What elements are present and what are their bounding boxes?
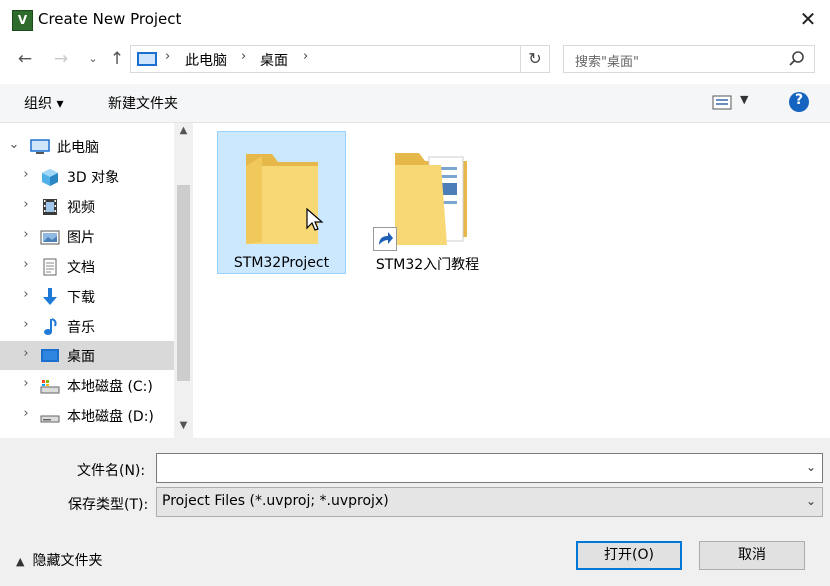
refresh-icon: ↻ [528,49,542,68]
help-button[interactable]: ? [789,92,809,112]
mouse-cursor-icon [306,208,324,231]
hide-folders-label: 隐藏文件夹 [32,553,103,569]
cancel-button[interactable]: 取消 [699,541,805,570]
open-button[interactable]: 打开(O) [576,541,682,570]
tree-item-drive-d[interactable]: › 本地磁盘 (D:) [0,401,174,430]
chevron-right-icon[interactable]: › [20,317,32,332]
chevron-down-icon: ⌄ [805,494,816,508]
refresh-button[interactable]: ↻ [520,46,549,72]
tree-item-label: 下载 [67,290,95,306]
folder-shortcut-item[interactable]: STM32入门教程 [363,131,492,274]
tree-item-label: 此电脑 [57,140,99,156]
search-placeholder: 搜索"桌面" [575,55,639,70]
tree-item-label: 本地磁盘 (C:) [67,379,153,395]
drive-c-icon [40,380,60,394]
filename-input[interactable]: ⌄ [156,453,823,483]
tree-item-label: 3D 对象 [67,170,120,186]
tree-item-label: 桌面 [67,349,95,365]
app-icon: V [12,10,33,31]
navigation-pane: ⌄ 此电脑 › 3D 对象 › 视频 › 图片 › 文档 › 下载 › 音乐 ›… [0,123,193,438]
tree-item-label: 视频 [67,200,95,216]
pictures-icon [40,230,60,245]
filename-label: 文件名(N): [77,463,146,479]
chevron-down-icon[interactable]: ⌄ [806,460,816,474]
folder-label: STM32Project [233,255,330,271]
tree-item-label: 图片 [67,230,95,246]
file-list: STM32Project STM32入门教程 [193,123,830,438]
up-button[interactable]: ↑ [104,45,130,73]
chevron-right-icon[interactable]: › [20,257,32,272]
command-toolbar: 组织 ▾ 新建文件夹 ▼ ? [0,84,830,123]
computer-icon [30,139,50,154]
download-icon [43,288,57,305]
breadcrumb-separator-icon: › [241,49,247,64]
tree-item-label: 本地磁盘 (D:) [67,409,154,425]
drive-d-icon [40,415,60,423]
chevron-up-icon: ▲ [16,555,25,568]
file-type-label: 保存类型(T): [68,497,149,513]
3d-objects-icon [42,169,58,186]
tree-item-label: 文档 [67,260,95,276]
breadcrumb-separator-icon: › [165,49,171,64]
tree-item-desktop[interactable]: › 桌面 [0,341,174,370]
scroll-up-icon[interactable]: ▲ [174,125,193,136]
search-input[interactable]: 搜索"桌面" [563,45,815,73]
breadcrumb-separator-icon: › [303,49,309,64]
chevron-down-icon[interactable]: ⌄ [8,137,20,152]
file-type-select[interactable]: Project Files (*.uvproj; *.uvprojx) ⌄ [156,487,823,517]
window-title: Create New Project [38,10,182,28]
tree-item-videos[interactable]: › 视频 [0,192,174,221]
save-options-panel: 文件名(N): ⌄ 保存类型(T): Project Files (*.uvpr… [0,438,830,586]
folder-with-documents-icon [395,153,467,245]
recent-locations-chevron-icon[interactable]: ⌄ [80,45,106,73]
folder-item[interactable]: STM32Project [217,131,346,274]
scroll-down-icon[interactable]: ▼ [174,420,193,431]
chevron-right-icon[interactable]: › [20,287,32,302]
chevron-right-icon[interactable]: › [20,197,32,212]
desktop-icon [41,349,59,362]
shortcut-arrow-icon [373,227,397,251]
tree-item-downloads[interactable]: › 下载 [0,282,174,311]
chevron-right-icon[interactable]: › [20,346,32,361]
tree-item-drive-c[interactable]: › 本地磁盘 (C:) [0,371,174,400]
video-icon [43,199,57,215]
tree-item-music[interactable]: › 音乐 [0,312,174,341]
breadcrumb-this-pc[interactable]: 此电脑 [185,50,227,70]
music-icon [44,318,57,335]
file-type-value: Project Files (*.uvproj; *.uvprojx) [162,493,389,509]
scrollbar-thumb[interactable] [177,185,190,381]
folder-label: STM32入门教程 [375,257,480,273]
chevron-down-icon: ▼ [740,93,749,106]
hide-folders-button[interactable]: ▲ 隐藏文件夹 [16,550,102,570]
breadcrumb-desktop[interactable]: 桌面 [260,50,288,70]
this-pc-icon [137,52,157,66]
close-button[interactable]: ✕ [786,0,830,38]
chevron-right-icon[interactable]: › [20,227,32,242]
view-options-button[interactable]: ▼ [712,93,752,113]
tree-item-label: 音乐 [67,320,95,336]
navigation-scrollbar[interactable]: ▲ ▼ [174,123,193,438]
organize-button[interactable]: 组织 ▾ [24,93,63,113]
forward-button[interactable]: → [48,45,74,73]
tree-item-3d-objects[interactable]: › 3D 对象 [0,162,174,191]
view-icon [712,95,732,110]
chevron-right-icon[interactable]: › [20,406,32,421]
back-button[interactable]: ← [12,45,38,73]
new-folder-button[interactable]: 新建文件夹 [108,93,178,113]
address-bar[interactable]: › 此电脑 › 桌面 › ↻ [130,45,550,73]
tree-item-pictures[interactable]: › 图片 [0,222,174,251]
documents-icon [43,258,57,276]
tree-item-this-pc[interactable]: ⌄ 此电脑 [0,132,174,161]
title-bar: V Create New Project ✕ [0,0,830,38]
chevron-right-icon[interactable]: › [20,376,32,391]
tree-item-documents[interactable]: › 文档 [0,252,174,281]
search-icon [789,51,804,66]
chevron-right-icon[interactable]: › [20,167,32,182]
